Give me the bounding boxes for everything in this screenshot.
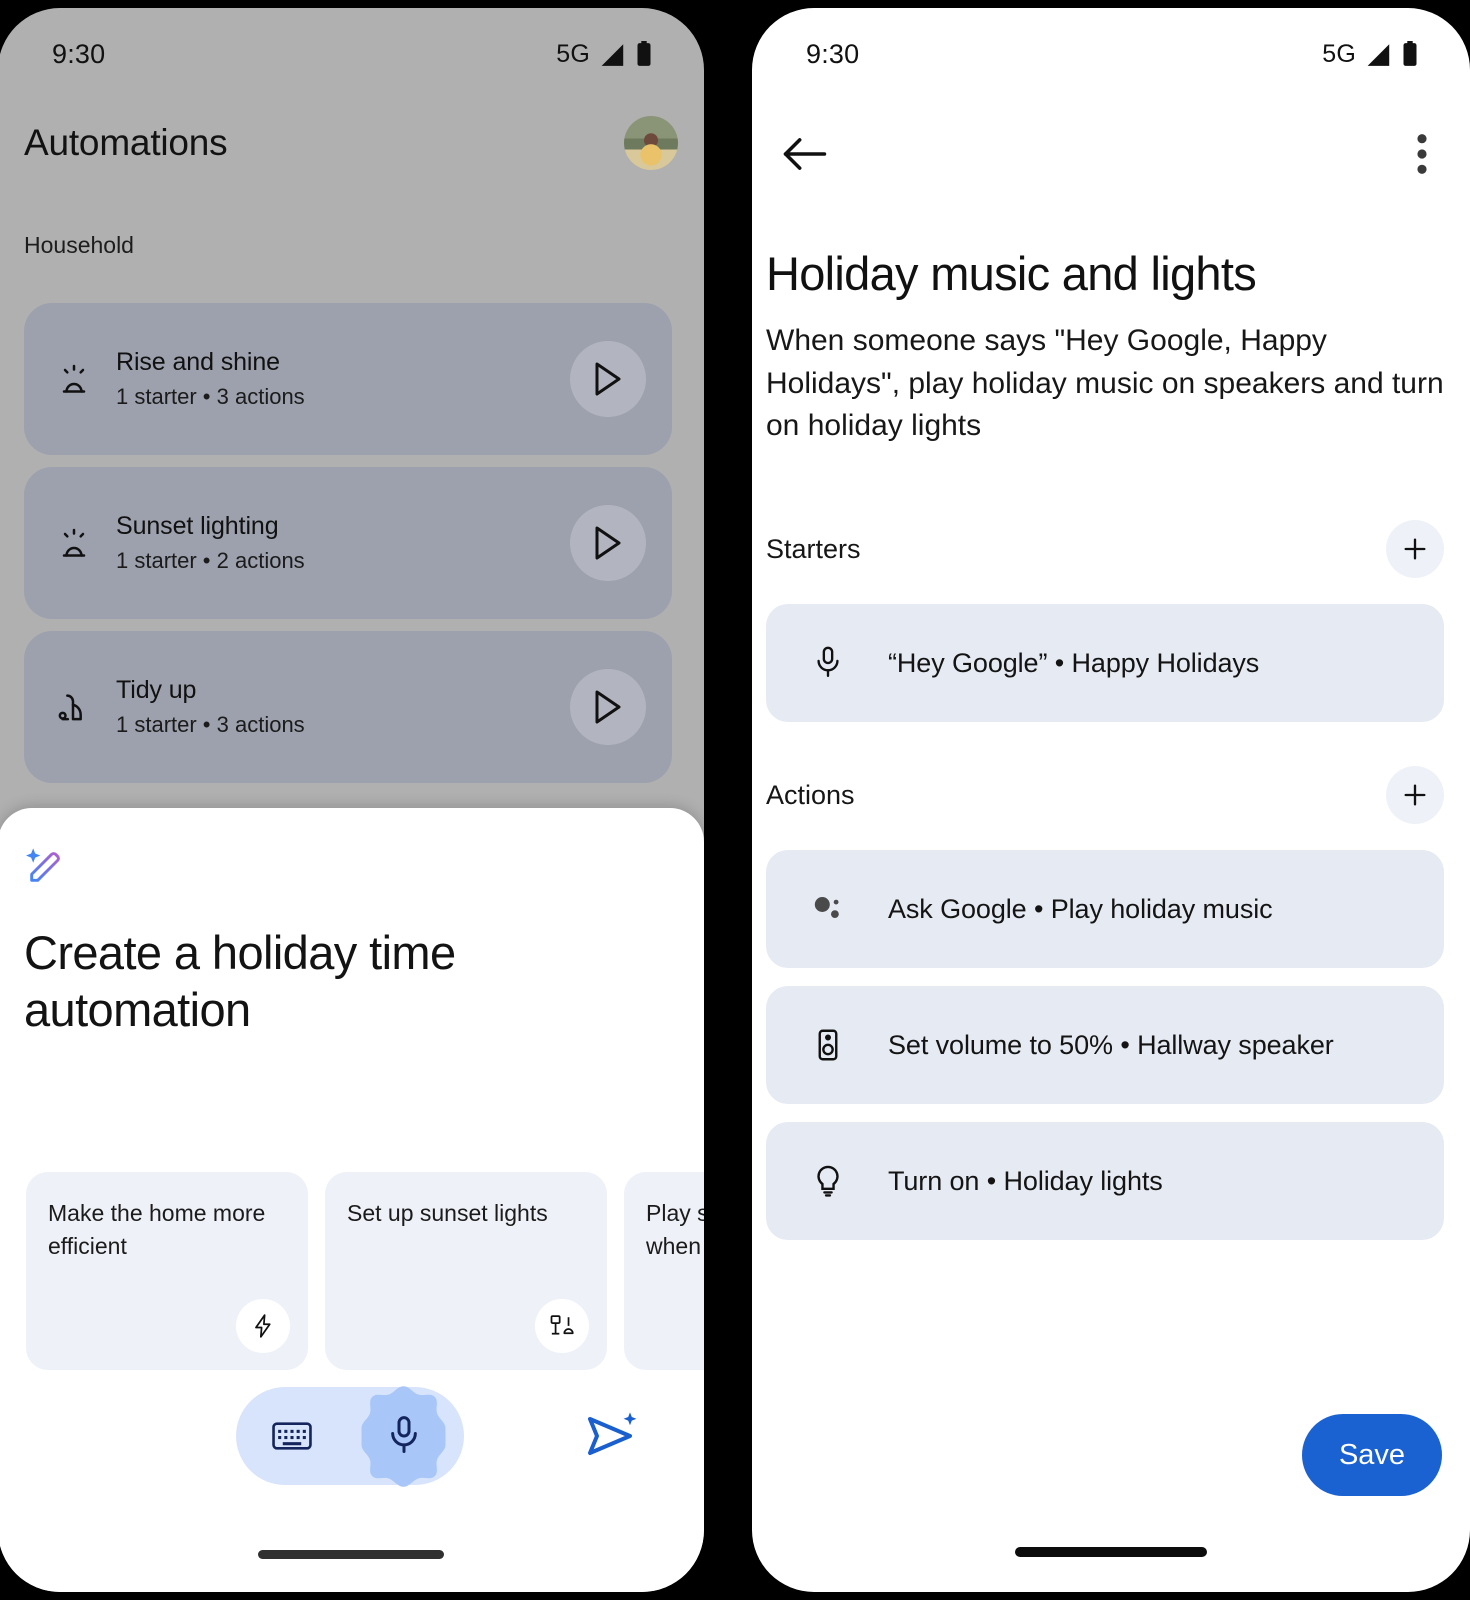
action-card-ask-google[interactable]: Ask Google • Play holiday music: [766, 850, 1444, 968]
vacuum-robot-icon: [58, 694, 82, 721]
play-icon: [595, 690, 621, 724]
phone-right: 9:30 5G Holiday music and lights When so…: [752, 8, 1470, 1592]
starters-header: Starters: [766, 520, 1444, 578]
automation-card-sunset-lighting[interactable]: Sunset lighting 1 starter • 2 actions: [24, 467, 672, 619]
add-starter-button[interactable]: [1386, 520, 1444, 578]
starters-label: Starters: [766, 533, 861, 564]
starter-card[interactable]: “Hey Google” • Happy Holidays: [766, 604, 1444, 722]
status-time: 9:30: [806, 38, 860, 69]
play-icon: [595, 362, 621, 396]
automation-title: Holiday music and lights: [766, 247, 1257, 300]
suggestion-text: Set up sunset lights: [347, 1200, 548, 1226]
battery-full-icon: [637, 41, 651, 66]
automations-header: Automations: [24, 116, 678, 170]
magic-pencil-icon: [26, 848, 60, 882]
suggestion-text: Play s when: [646, 1200, 704, 1259]
suggestion-chip[interactable]: Make the home more efficient: [26, 1172, 308, 1370]
assistant-input-bar: [0, 1376, 704, 1496]
action-card-set-volume[interactable]: Set volume to 50% • Hallway speaker: [766, 986, 1444, 1104]
status-time: 9:30: [52, 38, 106, 69]
home-indicator: [258, 1550, 444, 1559]
signal-bars-icon: [1367, 43, 1390, 66]
actions-header: Actions: [766, 766, 1444, 824]
status-bar-left: 9:30 5G: [0, 8, 704, 100]
google-assistant-icon: [814, 897, 839, 918]
action-text: Ask Google • Play holiday music: [888, 893, 1273, 924]
action-text: Set volume to 50% • Hallway speaker: [888, 1029, 1334, 1060]
page-title: Automations: [24, 122, 228, 163]
starter-text: “Hey Google” • Happy Holidays: [888, 647, 1260, 678]
play-button[interactable]: [570, 505, 646, 581]
play-icon: [595, 526, 621, 560]
avatar[interactable]: [624, 116, 678, 170]
app-bar: [752, 120, 1470, 188]
plus-icon: [1404, 538, 1426, 560]
home-indicator: [1015, 1547, 1207, 1557]
automations-list: Rise and shine 1 starter • 3 actions Sun…: [24, 303, 672, 795]
status-network: 5G: [556, 39, 590, 68]
send-sparkle-icon[interactable]: [586, 1410, 638, 1462]
sunrise-icon: [62, 364, 86, 393]
automation-name: Rise and shine: [116, 348, 280, 376]
sunrise-icon: [62, 528, 86, 557]
status-bar-right: 9:30 5G: [752, 8, 1470, 100]
speaker-icon: [818, 1029, 838, 1061]
more-vertical-icon[interactable]: [1416, 133, 1428, 175]
automation-meta: 1 starter • 2 actions: [116, 548, 305, 573]
screenshot-stage: 9:30 5G Automations Household Rise and s…: [0, 0, 1470, 1600]
section-label-household: Household: [24, 232, 134, 258]
create-automation-sheet: Create a holiday time automation Make th…: [0, 808, 704, 1592]
automation-card-tidy-up[interactable]: Tidy up 1 starter • 3 actions: [24, 631, 672, 783]
play-button[interactable]: [570, 341, 646, 417]
add-action-button[interactable]: [1386, 766, 1444, 824]
keyboard-icon: [272, 1422, 312, 1450]
save-button[interactable]: Save: [1302, 1414, 1442, 1496]
action-text: Turn on • Holiday lights: [888, 1165, 1163, 1196]
suggestion-chip[interactable]: Play s when: [624, 1172, 704, 1370]
mic-button[interactable]: [350, 1383, 457, 1490]
microphone-icon: [390, 1416, 417, 1453]
sheet-title: Create a holiday time automation: [24, 926, 456, 1037]
suggestion-chips[interactable]: Make the home more efficient Set up suns…: [26, 1172, 704, 1370]
back-arrow-icon[interactable]: [782, 134, 828, 174]
suggestion-chip[interactable]: Set up sunset lights: [325, 1172, 607, 1370]
action-card-turn-on-lights[interactable]: Turn on • Holiday lights: [766, 1122, 1444, 1240]
play-button[interactable]: [570, 669, 646, 745]
microphone-icon: [817, 646, 839, 678]
bolt-icon: [236, 1299, 290, 1353]
phone-left: 9:30 5G Automations Household Rise and s…: [0, 8, 704, 1592]
plus-icon: [1404, 784, 1426, 806]
automation-meta: 1 starter • 3 actions: [116, 712, 305, 737]
signal-bars-icon: [601, 43, 624, 66]
automation-description: When someone says "Hey Google, Happy Hol…: [766, 324, 1444, 443]
automation-name: Tidy up: [116, 676, 197, 704]
automation-name: Sunset lighting: [116, 512, 279, 540]
automation-card-rise-and-shine[interactable]: Rise and shine 1 starter • 3 actions: [24, 303, 672, 455]
lightbulb-icon: [817, 1165, 839, 1197]
actions-label: Actions: [766, 779, 855, 810]
lamp-icon: [535, 1299, 589, 1353]
suggestion-text: Make the home more efficient: [48, 1200, 266, 1259]
status-network: 5G: [1322, 39, 1356, 68]
battery-full-icon: [1403, 41, 1417, 66]
automation-meta: 1 starter • 3 actions: [116, 384, 305, 409]
